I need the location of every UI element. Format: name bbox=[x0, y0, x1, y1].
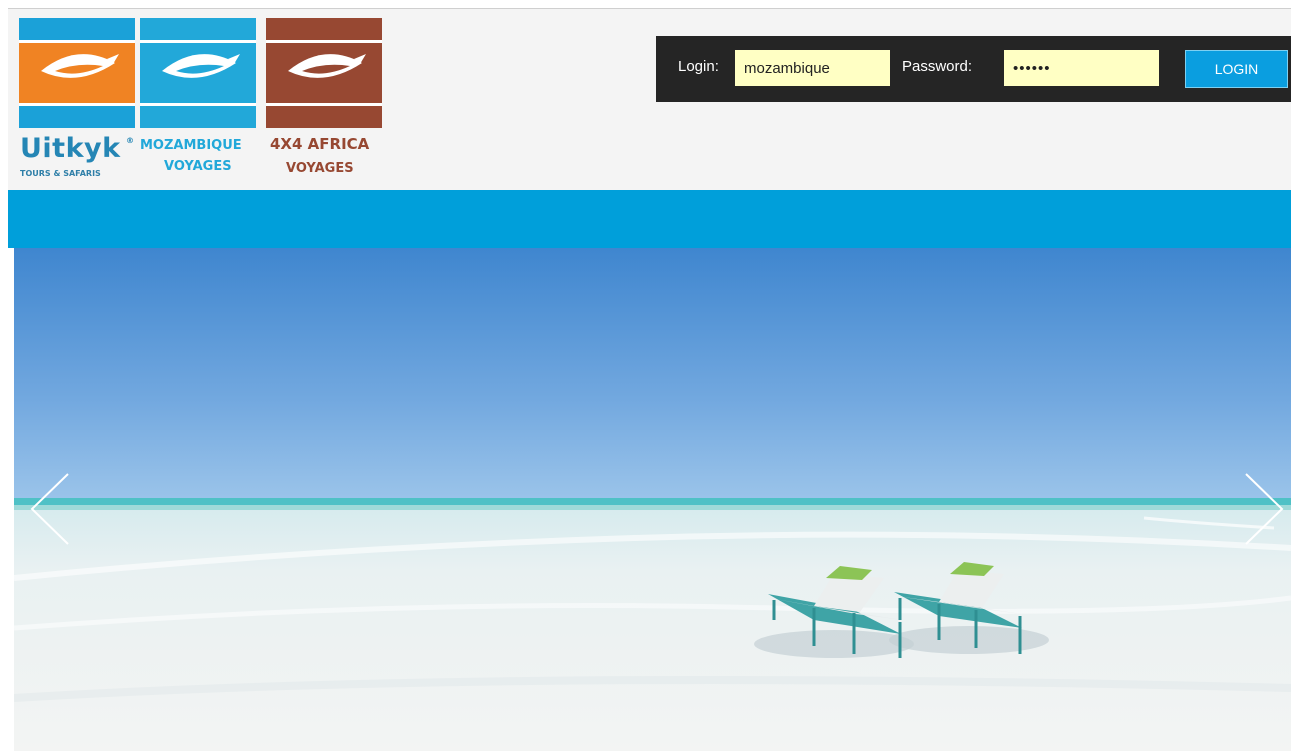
hero-carousel bbox=[14, 248, 1291, 751]
login-input[interactable] bbox=[735, 50, 890, 86]
mozambique-brand-line2: VOYAGES bbox=[164, 159, 232, 174]
africa-brand-line2: VOYAGES bbox=[286, 161, 354, 176]
password-label: Password: bbox=[902, 58, 973, 75]
beach-loungers-slide bbox=[14, 248, 1291, 751]
mozambique-eye-logo-icon[interactable] bbox=[140, 18, 256, 128]
chevron-left-icon[interactable] bbox=[30, 472, 70, 546]
login-label: Login: bbox=[678, 58, 719, 75]
uitkyk-eye-logo-icon[interactable] bbox=[19, 18, 135, 128]
site-header: Uitkyk ® TOURS & SAFARIS MOZAMBIQUE VOYA… bbox=[8, 9, 1291, 190]
uitkyk-brand-name: Uitkyk bbox=[20, 133, 121, 164]
login-bar: Login: Password: LOGIN bbox=[656, 36, 1291, 102]
login-button[interactable]: LOGIN bbox=[1185, 50, 1288, 88]
nav-strip bbox=[8, 190, 1291, 248]
password-input[interactable] bbox=[1004, 50, 1159, 86]
mozambique-brand-line1: MOZAMBIQUE bbox=[140, 138, 242, 153]
uitkyk-subtitle: TOURS & SAFARIS bbox=[20, 169, 101, 178]
africa-brand-line1: 4X4 AFRICA bbox=[270, 135, 370, 153]
registered-mark: ® bbox=[126, 136, 134, 145]
chevron-right-icon[interactable] bbox=[1244, 472, 1284, 546]
africa-eye-logo-icon[interactable] bbox=[266, 18, 382, 128]
